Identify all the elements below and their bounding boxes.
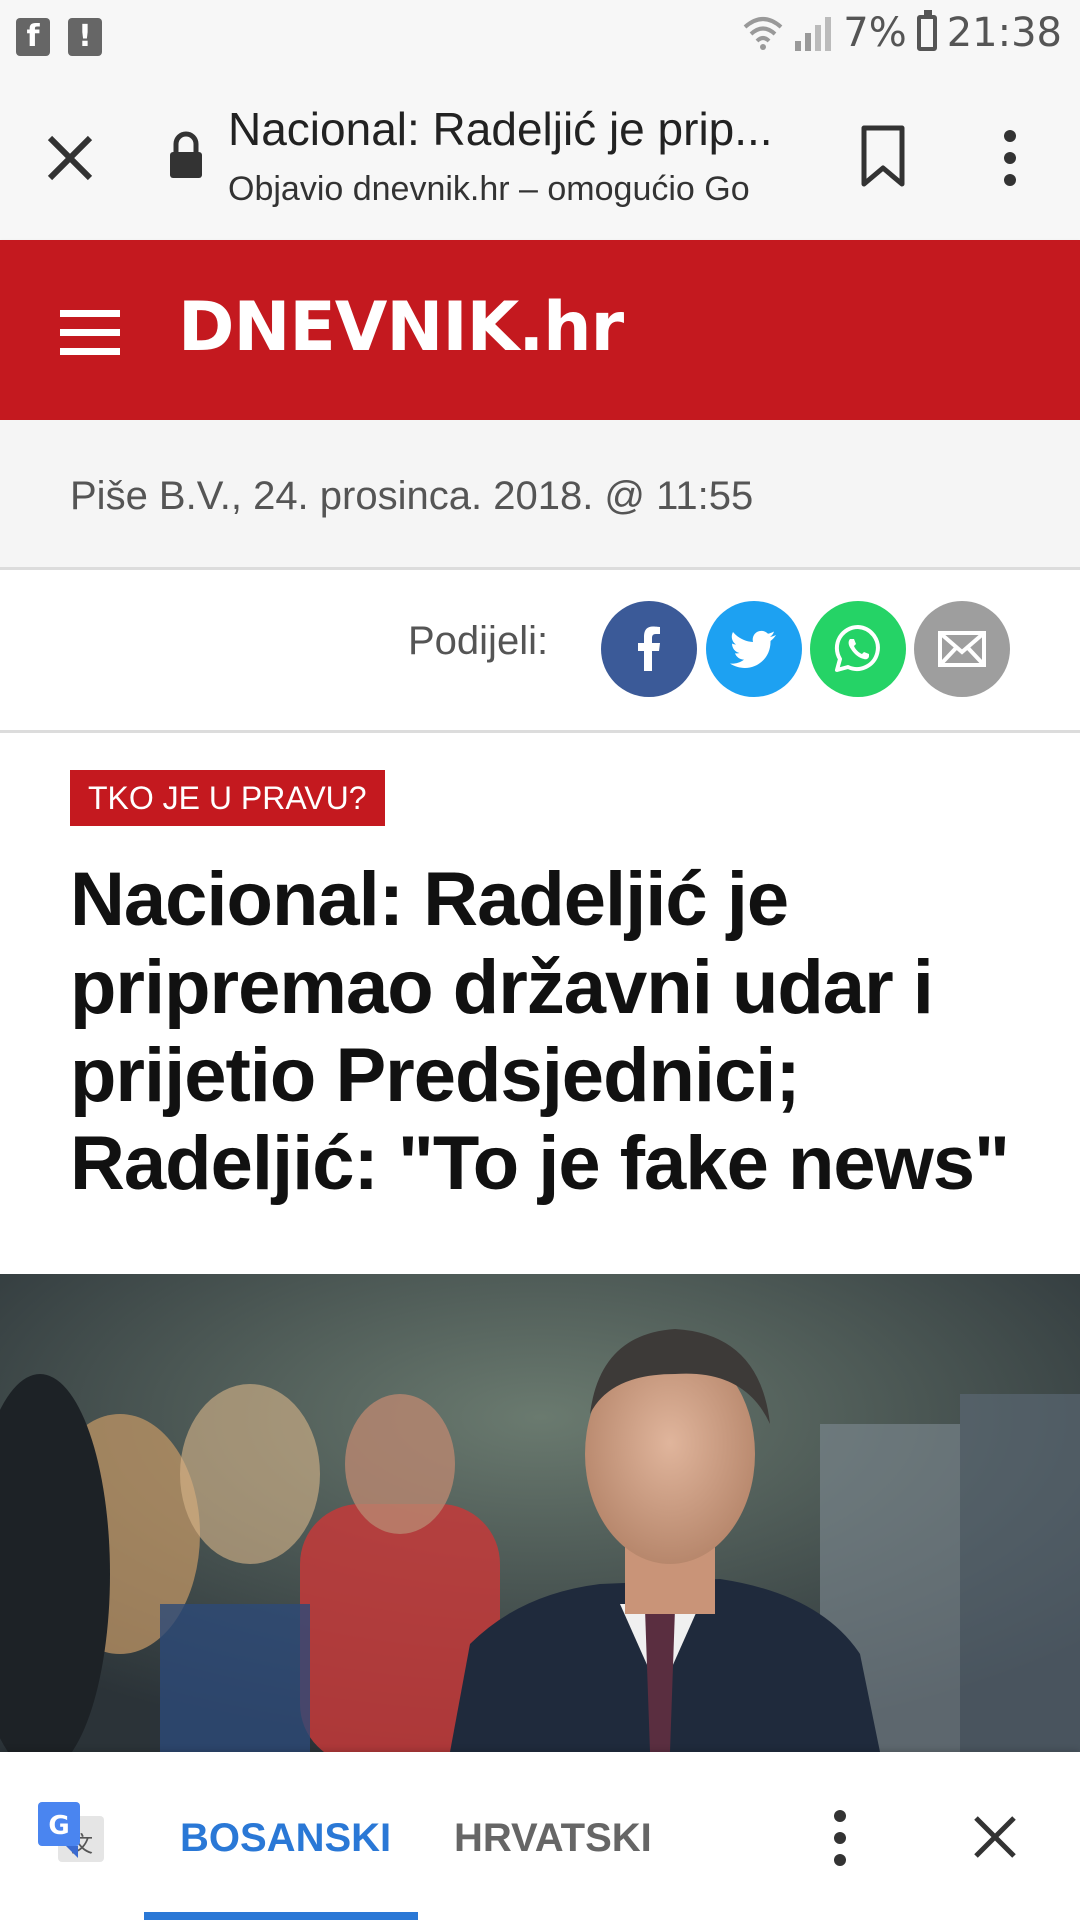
facebook-share-button[interactable] (601, 601, 697, 697)
svg-text:G: G (48, 1811, 69, 1841)
close-icon[interactable] (40, 128, 100, 188)
system-indicators: 7% 21:38 (743, 10, 1062, 56)
page-publisher[interactable]: Objavio dnevnik.hr – omogućio Go (228, 170, 788, 209)
article-photo (0, 1274, 1080, 1752)
facebook-notification-icon: f (16, 18, 50, 56)
byline: Piše B.V., 24. prosinca. 2018. @ 11:55 (70, 474, 754, 518)
article-headline: Nacional: Radeljić je pripremao državni … (70, 857, 1010, 1206)
site-logo[interactable]: DNEVNIK.hr (178, 288, 624, 367)
site-header: DNEVNIK.hr (0, 240, 1080, 420)
facebook-icon (638, 626, 660, 671)
whatsapp-icon (834, 624, 880, 672)
translate-options-icon[interactable] (820, 1808, 860, 1868)
active-language-indicator (144, 1912, 418, 1920)
share-label: Podijeli: (408, 619, 549, 663)
translate-bar: 文 G BOSANSKI HRVATSKI (0, 1752, 1080, 1920)
photo-illustration (0, 1274, 1080, 1752)
notification-icons: f ! (16, 18, 102, 56)
hamburger-menu-icon[interactable] (60, 310, 120, 355)
language-tab-bosanski[interactable]: BOSANSKI (180, 1816, 391, 1861)
status-bar: f ! 7% 21:38 (0, 0, 1080, 78)
email-share-button[interactable] (914, 601, 1010, 697)
alert-notification-icon: ! (68, 18, 102, 56)
twitter-share-button[interactable] (706, 601, 802, 697)
article-meta: Piše B.V., 24. prosinca. 2018. @ 11:55 (0, 420, 1080, 570)
page-title[interactable]: Nacional: Radeljić je prip... (228, 102, 788, 156)
whatsapp-share-button[interactable] (810, 601, 906, 697)
battery-icon (916, 10, 937, 51)
battery-percent: 7% (843, 10, 907, 56)
share-row: Podijeli: (0, 573, 1080, 733)
overflow-menu-icon[interactable] (990, 126, 1030, 190)
email-icon (938, 631, 986, 667)
twitter-icon (730, 630, 776, 668)
signal-icon (795, 17, 832, 51)
close-translate-icon[interactable] (970, 1812, 1020, 1862)
language-tab-hrvatski[interactable]: HRVATSKI (454, 1816, 652, 1861)
clock: 21:38 (946, 10, 1062, 56)
google-translate-icon[interactable]: 文 G (38, 1802, 106, 1870)
custom-tab-toolbar: Nacional: Radeljić je prip... Objavio dn… (0, 78, 1080, 240)
bookmark-icon[interactable] (858, 124, 908, 188)
wifi-icon (743, 17, 783, 50)
lock-icon[interactable] (166, 130, 206, 180)
category-tag[interactable]: TKO JE U PRAVU? (70, 770, 385, 826)
